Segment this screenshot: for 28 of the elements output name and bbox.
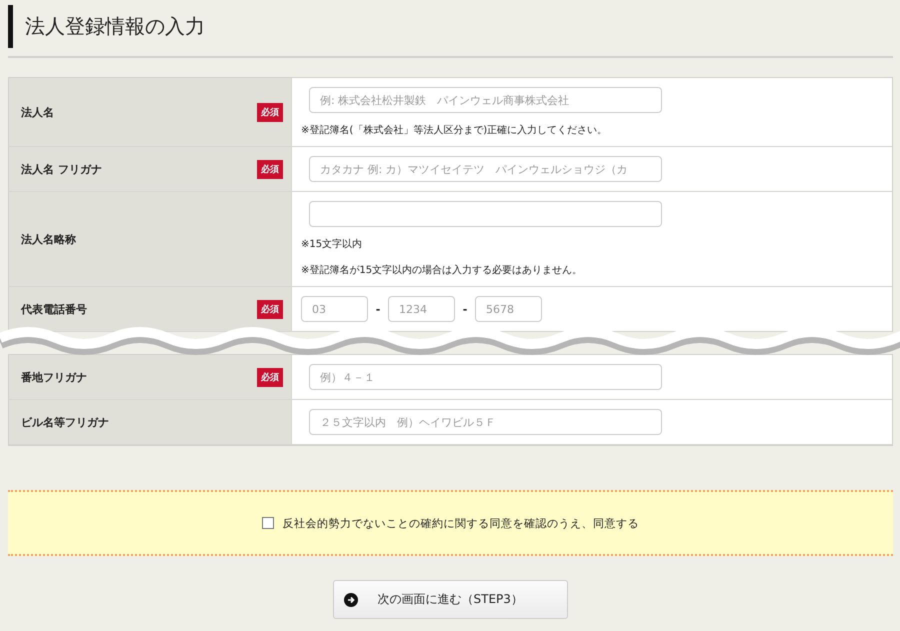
required-badge: 必須 xyxy=(257,368,283,386)
input-field[interactable]: 5678 xyxy=(475,296,542,322)
input-field[interactable]: 例）４－１ xyxy=(309,364,662,390)
field-label: 法人名 フリガナ xyxy=(21,162,102,176)
input-field[interactable]: 例: 株式会社松井製鉄 パインウェル商事株式会社 xyxy=(309,87,662,113)
agreement-label: 反社会的勢力でないことの確約に関する同意を確認のうえ、同意する xyxy=(282,516,639,530)
input-field[interactable]: カタカナ 例: カ）マツイセイテツ パインウェルショウジ（カ xyxy=(309,156,662,182)
required-badge: 必須 xyxy=(257,300,283,318)
field-label: 番地フリガナ xyxy=(21,370,87,384)
agreement-checkbox[interactable] xyxy=(262,517,274,529)
required-badge: 必須 xyxy=(257,102,283,122)
separator-dash: - xyxy=(462,302,468,316)
field-label: 代表電話番号 xyxy=(21,302,87,316)
note-text: ※登記簿名(「株式会社」等法人区分まで)正確に入力してください。 xyxy=(301,124,608,137)
note-text: ※登記簿名が15文字以内の場合は入力する必要はありません。 xyxy=(301,264,584,277)
page-title: 法人登録情報の入力 xyxy=(8,5,893,48)
arrow-circle-icon xyxy=(344,592,358,606)
note-text: ※15文字以内 xyxy=(301,238,364,251)
field-label: 法人名 xyxy=(21,104,54,120)
required-badge: 必須 xyxy=(257,160,283,178)
input-field[interactable]: 03 xyxy=(301,296,368,322)
input-field[interactable]: ２５文字以内 例）ヘイワビル５Ｆ xyxy=(309,409,662,435)
input-field[interactable]: 1234 xyxy=(388,296,455,322)
next-button[interactable]: 次の画面に進む（STEP3） xyxy=(332,580,568,619)
separator-dash: - xyxy=(374,302,382,316)
field-label: 法人名略称 xyxy=(21,232,76,246)
field-label: ビル名等フリガナ xyxy=(21,414,109,430)
input-field[interactable] xyxy=(309,201,662,227)
